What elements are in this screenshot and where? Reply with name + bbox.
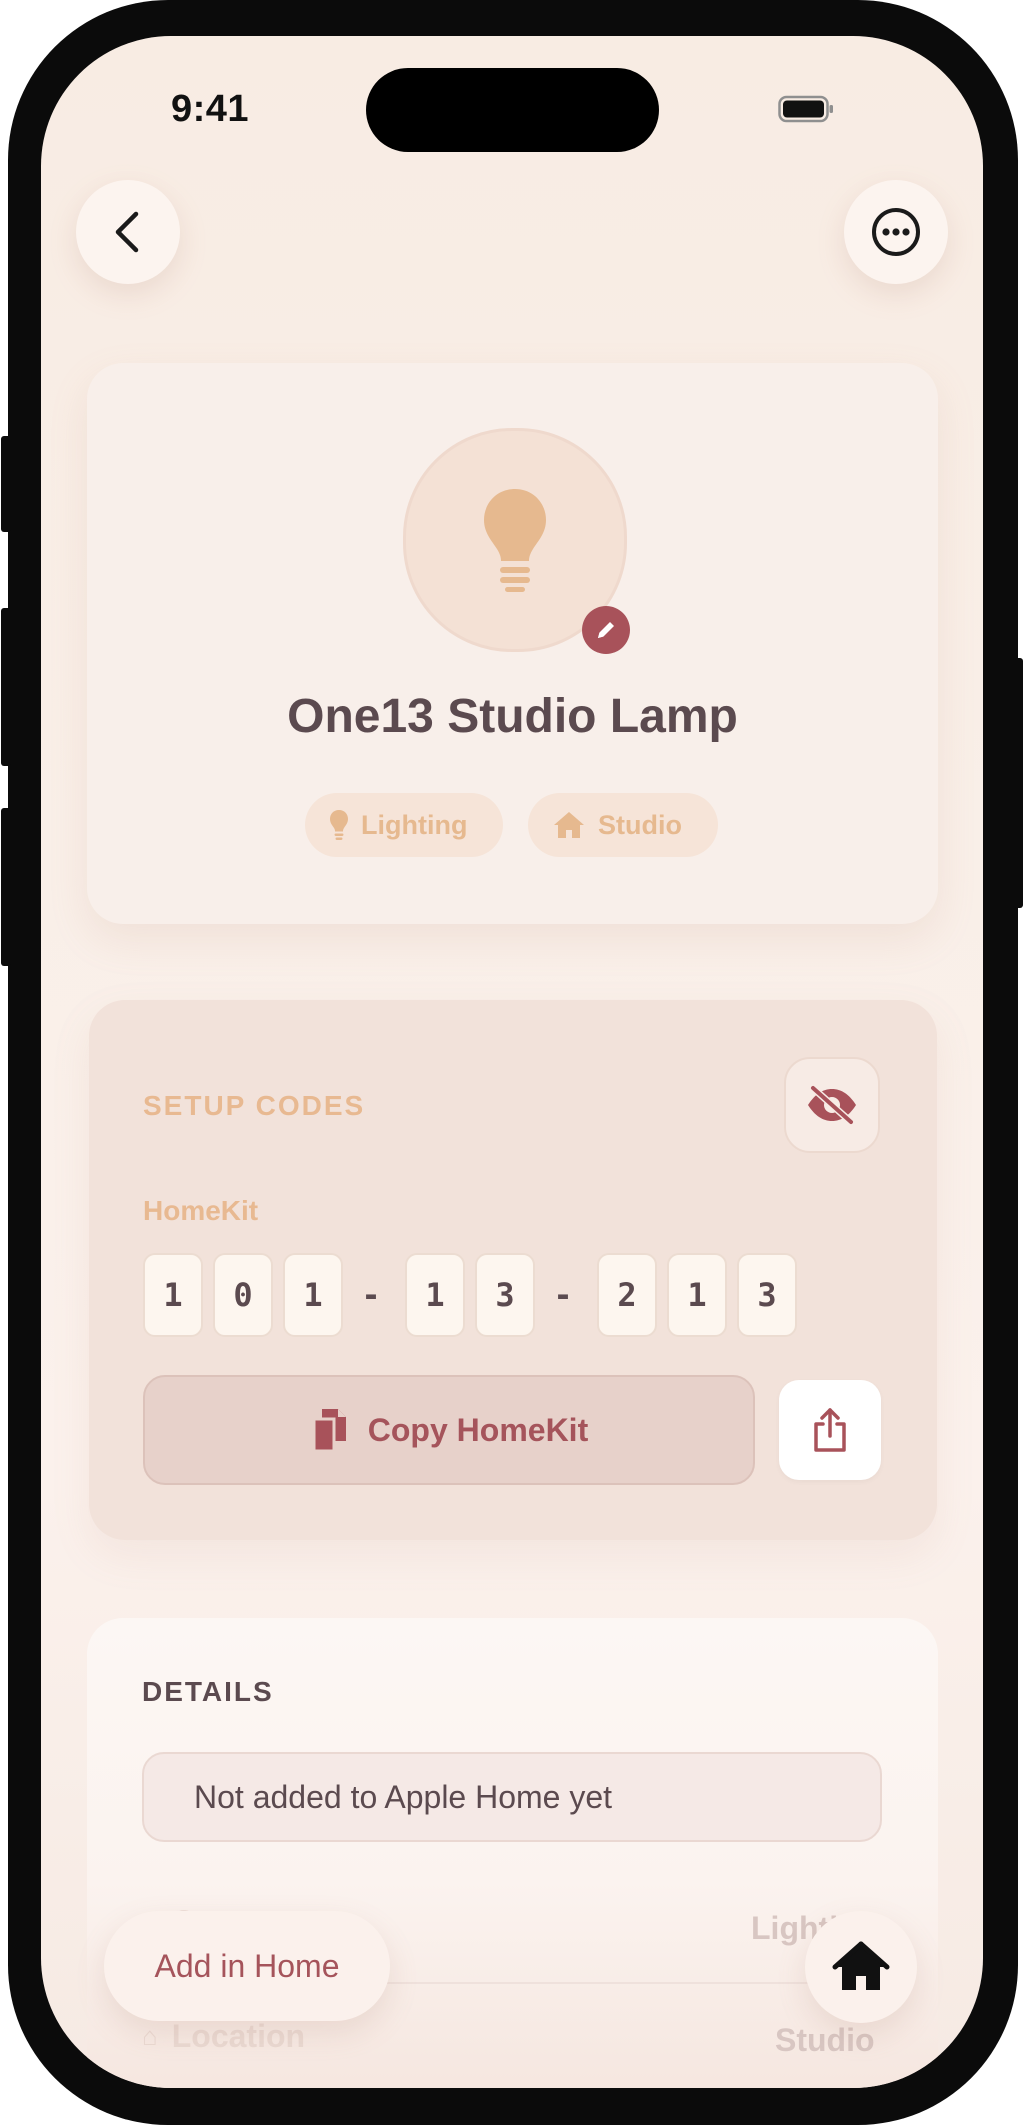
edit-icon-button[interactable] <box>582 606 630 654</box>
documents-icon <box>312 1409 346 1453</box>
home-status-text: Not added to Apple Home yet <box>194 1778 613 1815</box>
code-digit: 2 <box>597 1253 657 1337</box>
toggle-code-visibility-button[interactable] <box>784 1057 880 1153</box>
house-icon <box>554 812 584 838</box>
code-digit: 0 <box>213 1253 273 1337</box>
screen: 9:41 One13 Studio Lamp Lighting Studio S… <box>41 36 983 2088</box>
volume-down-button <box>1 808 11 966</box>
add-in-home-button[interactable]: Add in Home <box>104 1911 390 2021</box>
lightbulb-icon <box>484 489 546 592</box>
share-icon <box>814 1408 846 1452</box>
copy-homekit-label: Copy HomeKit <box>367 1411 589 1448</box>
share-button[interactable] <box>779 1380 881 1480</box>
copy-homekit-button[interactable]: Copy HomeKit <box>143 1375 755 1485</box>
code-digit: 3 <box>737 1253 797 1337</box>
category-chip[interactable]: Lighting <box>305 793 503 857</box>
code-separator: - <box>361 1276 381 1314</box>
code-digit: 3 <box>475 1253 535 1337</box>
code-digit: 1 <box>283 1253 343 1337</box>
add-in-home-label: Add in Home <box>154 1947 340 1984</box>
code-separator: - <box>553 1276 573 1314</box>
code-digit: 1 <box>143 1253 203 1337</box>
pencil-icon <box>598 622 614 638</box>
chevron-left-icon <box>115 211 139 253</box>
homekit-label: HomeKit <box>143 1195 259 1226</box>
action-button <box>1 436 11 532</box>
category-chip-label: Lighting <box>361 809 468 840</box>
battery-icon <box>778 95 833 123</box>
more-options-button[interactable] <box>844 180 948 284</box>
code-digit: 1 <box>667 1253 727 1337</box>
setup-codes-card: SETUP CODES HomeKit 1 0 1 - 1 3 - 2 1 3 … <box>89 1000 937 1540</box>
lightbulb-icon <box>330 810 348 840</box>
back-button[interactable] <box>76 180 180 284</box>
location-chip-label: Studio <box>598 809 682 840</box>
power-button <box>1013 658 1023 908</box>
eye-slash-icon <box>808 1085 856 1125</box>
ellipsis-circle-icon <box>872 208 920 256</box>
device-name: One13 Studio Lamp <box>287 690 738 743</box>
location-row-label: ⌂ Location <box>142 2018 305 2055</box>
status-time: 9:41 <box>171 88 250 130</box>
location-row-value: Studio <box>775 2022 875 2058</box>
house-icon: ⌂ <box>142 2021 158 2051</box>
home-status-banner: Not added to Apple Home yet <box>142 1752 882 1842</box>
device-hero-card: One13 Studio Lamp Lighting Studio <box>87 363 938 924</box>
setup-codes-title: SETUP CODES <box>143 1090 366 1121</box>
home-button[interactable] <box>805 1911 917 2023</box>
house-icon <box>832 1941 890 1990</box>
details-title: DETAILS <box>142 1676 274 1707</box>
code-digit: 1 <box>405 1253 465 1337</box>
detail-row-label: Location <box>171 2018 306 2054</box>
volume-up-button <box>1 608 11 766</box>
location-chip[interactable]: Studio <box>528 793 718 857</box>
dynamic-island <box>366 68 659 152</box>
